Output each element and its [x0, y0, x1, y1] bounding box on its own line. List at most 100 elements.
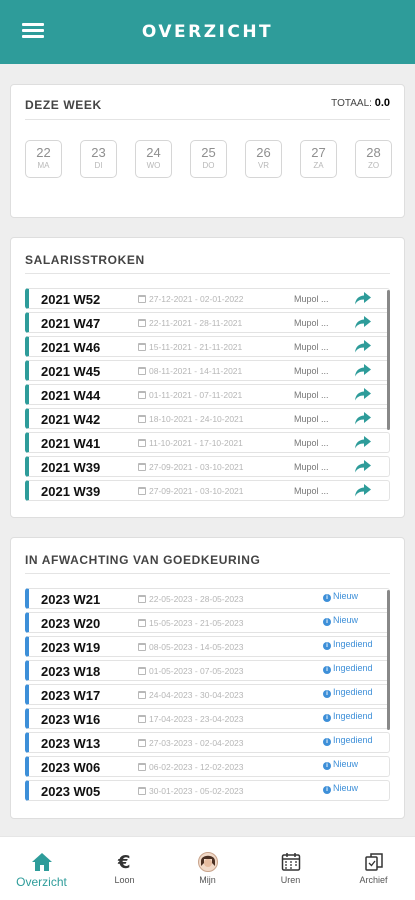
status-badge: i Nieuw [323, 783, 358, 794]
payslip-company: Mupol ... [294, 342, 329, 352]
status-text: Ingediend [333, 639, 373, 649]
payslip-company: Mupol ... [294, 414, 329, 424]
calendar-icon [138, 691, 146, 699]
payslip-period: 15-11-2021 - 21-11-2021 [138, 342, 242, 352]
info-icon: i [323, 666, 331, 674]
pending-row[interactable]: 2023 W13 27-03-2023 - 02-04-2023 i Ingedien… [25, 732, 390, 753]
nav-archief[interactable]: Archief [332, 837, 415, 900]
calendar-icon [138, 295, 146, 303]
pending-week: 2023 W19 [41, 640, 101, 655]
payslip-week: 2021 W39 [41, 484, 101, 499]
page-title: OVERZICHT [141, 22, 274, 42]
pending-period: 24-04-2023 - 30-04-2023 [138, 690, 244, 700]
pending-period: 01-05-2023 - 07-05-2023 [138, 666, 244, 676]
payslip-week: 2021 W44 [41, 388, 101, 403]
pending-row[interactable]: 2023 W06 06-02-2023 - 12-02-2023 i Nieuw [25, 756, 390, 777]
payslip-dates: 11-10-2021 - 17-10-2021 [149, 438, 243, 448]
pending-row[interactable]: 2023 W16 17-04-2023 - 23-04-2023 i Ingedien… [25, 708, 390, 729]
day-abbreviation: ZA [313, 161, 324, 170]
day-di[interactable]: 23 DI [80, 140, 117, 178]
pending-dates: 30-01-2023 - 05-02-2023 [149, 786, 244, 796]
payslips-card-title: SALARISSTROKEN [25, 253, 145, 267]
info-icon: i [323, 762, 331, 770]
day-number: 22 [36, 145, 51, 160]
info-icon: i [323, 642, 331, 650]
payslip-company: Mupol ... [294, 438, 329, 448]
pending-row[interactable]: 2023 W17 24-04-2023 - 30-04-2023 i Ingedien… [25, 684, 390, 705]
calendar-icon [138, 439, 146, 447]
home-icon [0, 851, 83, 873]
payslip-row[interactable]: 2021 W39 27-09-2021 - 03-10-2021 Mupol ... [25, 456, 390, 477]
status-text: Nieuw [333, 615, 359, 625]
share-icon[interactable] [354, 387, 372, 402]
share-icon[interactable] [354, 483, 372, 498]
day-number: 26 [256, 145, 271, 160]
share-icon[interactable] [354, 339, 372, 354]
share-icon[interactable] [354, 459, 372, 474]
pending-row[interactable]: 2023 W21 22-05-2023 - 28-05-2023 i Nieuw [25, 588, 390, 609]
nav-mijn[interactable]: Mijn [166, 837, 249, 900]
share-icon[interactable] [354, 363, 372, 378]
day-abbreviation: VR [257, 161, 270, 170]
payslip-row[interactable]: 2021 W45 08-11-2021 - 14-11-2021 Mupol ... [25, 360, 390, 381]
payslip-period: 08-11-2021 - 14-11-2021 [138, 366, 242, 376]
status-badge: i Nieuw [323, 615, 358, 626]
day-zo[interactable]: 28 ZO [355, 140, 392, 178]
day-vr[interactable]: 26 VR [245, 140, 282, 178]
pending-week: 2023 W16 [41, 712, 101, 727]
divider [25, 273, 390, 274]
day-ma[interactable]: 22 MA [25, 140, 62, 178]
payslip-row[interactable]: 2021 W42 18-10-2021 - 24-10-2021 Mupol ... [25, 408, 390, 429]
status-badge: i Nieuw [323, 591, 358, 602]
pending-week: 2023 W21 [41, 592, 101, 607]
pending-week: 2023 W20 [41, 616, 101, 631]
share-icon[interactable] [354, 315, 372, 330]
nav-loon[interactable]: € Loon [83, 837, 166, 900]
day-za[interactable]: 27 ZA [300, 140, 337, 178]
payslip-dates: 15-11-2021 - 21-11-2021 [149, 342, 243, 352]
calendar-icon [138, 643, 146, 651]
day-do[interactable]: 25 DO [190, 140, 227, 178]
pending-row[interactable]: 2023 W20 15-05-2023 - 21-05-2023 i Nieuw [25, 612, 390, 633]
payslip-dates: 22-11-2021 - 28-11-2021 [149, 318, 243, 328]
pending-week: 2023 W17 [41, 688, 101, 703]
payslip-row[interactable]: 2021 W47 22-11-2021 - 28-11-2021 Mupol ... [25, 312, 390, 333]
share-icon[interactable] [354, 435, 372, 450]
payslip-row[interactable]: 2021 W46 15-11-2021 - 21-11-2021 Mupol ... [25, 336, 390, 357]
payslip-week: 2021 W52 [41, 292, 101, 307]
week-days: 22 MA 23 DI 24 WO 25 DO 26 VR 27 ZA 28 ZO [25, 140, 392, 178]
pending-period: 22-05-2023 - 28-05-2023 [138, 594, 244, 604]
share-icon[interactable] [354, 291, 372, 306]
nav-overzicht[interactable]: Overzicht [0, 837, 83, 900]
pending-list: 2023 W21 22-05-2023 - 28-05-2023 i Nieuw 202… [25, 588, 390, 804]
pending-scrollbar[interactable] [387, 590, 390, 730]
status-text: Ingediend [333, 711, 373, 721]
payslip-row[interactable]: 2021 W44 01-11-2021 - 07-11-2021 Mupol ... [25, 384, 390, 405]
payslip-period: 01-11-2021 - 07-11-2021 [138, 390, 242, 400]
payslips-card: SALARISSTROKEN 2021 W52 27-12-2021 - 02-0… [10, 237, 405, 518]
calendar-icon [138, 739, 146, 747]
calendar-icon [138, 319, 146, 327]
day-number: 28 [366, 145, 381, 160]
calendar-icon [138, 463, 146, 471]
payslip-dates: 27-09-2021 - 03-10-2021 [149, 486, 244, 496]
payslip-row[interactable]: 2021 W41 11-10-2021 - 17-10-2021 Mupol ... [25, 432, 390, 453]
pending-dates: 06-02-2023 - 12-02-2023 [149, 762, 244, 772]
day-wo[interactable]: 24 WO [135, 140, 172, 178]
pending-dates: 17-04-2023 - 23-04-2023 [149, 714, 244, 724]
status-badge: i Ingediend [323, 663, 373, 674]
pending-row[interactable]: 2023 W18 01-05-2023 - 07-05-2023 i Ingedien… [25, 660, 390, 681]
day-number: 24 [146, 145, 161, 160]
pending-week: 2023 W18 [41, 664, 101, 679]
nav-uren[interactable]: Uren [249, 837, 332, 900]
pending-row[interactable]: 2023 W05 30-01-2023 - 05-02-2023 i Nieuw [25, 780, 390, 801]
payslip-row[interactable]: 2021 W39 27-09-2021 - 03-10-2021 Mupol ... [25, 480, 390, 501]
payslip-period: 27-09-2021 - 03-10-2021 [138, 462, 244, 472]
pending-row[interactable]: 2023 W19 08-05-2023 - 14-05-2023 i Ingedien… [25, 636, 390, 657]
payslips-scrollbar[interactable] [387, 290, 390, 430]
avatar-icon [166, 851, 249, 873]
payslip-row[interactable]: 2021 W52 27-12-2021 - 02-01-2022 Mupol ... [25, 288, 390, 309]
calendar-icon [138, 595, 146, 603]
info-icon: i [323, 594, 331, 602]
share-icon[interactable] [354, 411, 372, 426]
